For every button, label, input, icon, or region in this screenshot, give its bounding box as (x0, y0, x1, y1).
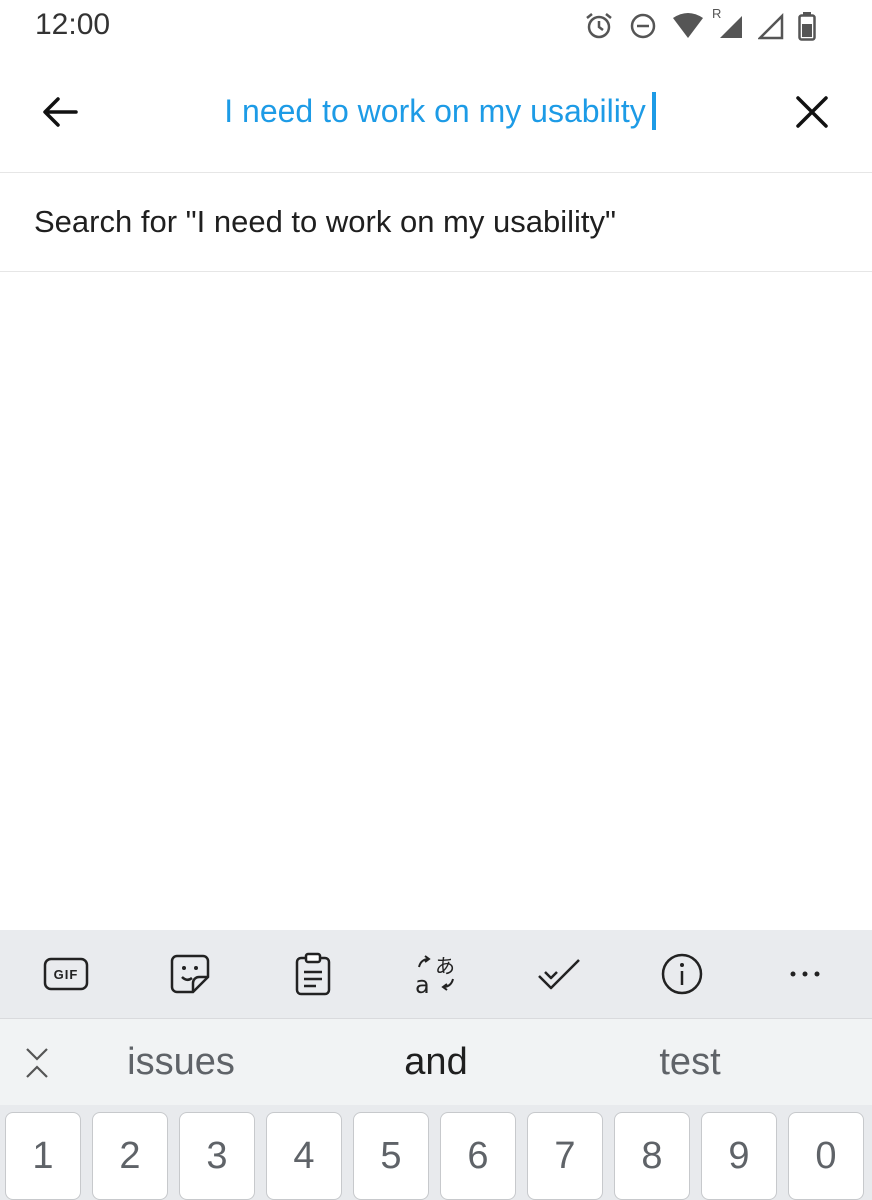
close-icon (796, 96, 828, 128)
signal-icon (758, 12, 784, 40)
key-4[interactable]: 4 (266, 1112, 342, 1200)
text-cursor (651, 92, 656, 130)
key-3[interactable]: 3 (179, 1112, 255, 1200)
translate-icon: a あ (415, 954, 455, 997)
search-suggestion[interactable]: Search for "I need to work on my usabili… (0, 173, 872, 272)
more-icon (790, 971, 820, 977)
suggestion-word[interactable]: test (565, 1019, 815, 1105)
collapse-icon (26, 1048, 48, 1078)
clipboard-button[interactable] (283, 944, 343, 1004)
roaming-label: R (712, 6, 722, 21)
suggestion-word[interactable]: issues (56, 1019, 306, 1105)
battery-icon (798, 11, 816, 41)
spellcheck-button[interactable] (529, 944, 589, 1004)
spellcheck-icon (538, 959, 580, 990)
key-7[interactable]: 7 (527, 1112, 603, 1200)
back-button[interactable] (30, 82, 90, 142)
key-0[interactable]: 0 (788, 1112, 864, 1200)
clipboard-icon (295, 952, 331, 996)
key-5[interactable]: 5 (353, 1112, 429, 1200)
key-9[interactable]: 9 (701, 1112, 777, 1200)
suggestion-word[interactable]: and (311, 1019, 561, 1105)
keyboard-suggestion-strip: issues and test (0, 1019, 872, 1106)
key-8[interactable]: 8 (614, 1112, 690, 1200)
keyboard-number-row: 1 2 3 4 5 6 7 8 9 0 (0, 1105, 872, 1200)
svg-text:あ: あ (435, 954, 455, 978)
status-icons: R (584, 6, 816, 44)
more-button[interactable] (775, 944, 835, 1004)
wifi-icon (672, 12, 704, 40)
signal-roaming-icon: R (712, 6, 744, 40)
gif-button[interactable]: GIF (36, 944, 96, 1004)
sticker-button[interactable] (160, 944, 220, 1004)
search-input-value: I need to work on my usability (224, 92, 646, 129)
status-bar: 12:00 R (0, 0, 872, 52)
translate-button[interactable]: a あ (406, 944, 466, 1004)
clear-search-button[interactable] (782, 82, 842, 142)
alarm-icon (584, 11, 614, 41)
do-not-disturb-icon (628, 11, 658, 41)
svg-text:a: a (415, 971, 430, 997)
info-icon (661, 953, 703, 995)
info-button[interactable] (652, 944, 712, 1004)
keyboard-toolbar: GIF a あ (0, 930, 872, 1019)
gif-label: GIF (53, 966, 79, 982)
key-2[interactable]: 2 (92, 1112, 168, 1200)
arrow-left-icon (43, 97, 78, 127)
key-1[interactable]: 1 (5, 1112, 81, 1200)
sticker-icon (170, 954, 210, 994)
search-app-bar: I need to work on my usability (0, 52, 872, 173)
search-suggestion-label: Search for "I need to work on my usabili… (34, 204, 616, 239)
key-6[interactable]: 6 (440, 1112, 516, 1200)
collapse-suggestions-button[interactable] (15, 1041, 59, 1085)
search-input[interactable]: I need to work on my usability (120, 86, 760, 136)
status-time: 12:00 (35, 8, 111, 41)
